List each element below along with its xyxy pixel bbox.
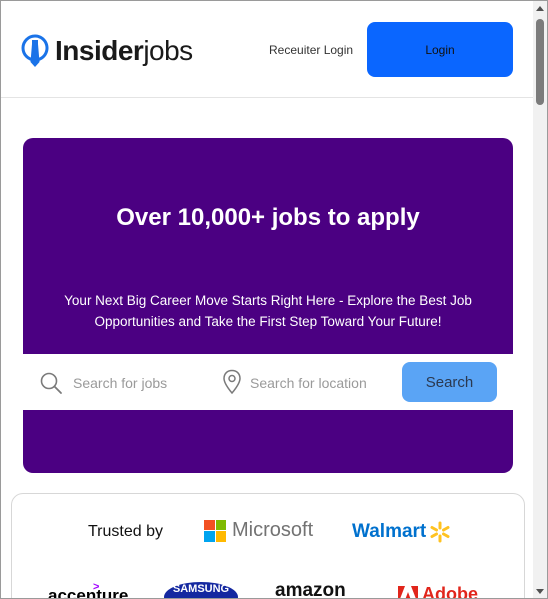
hero-banner: Over 10,000+ jobs to apply Your Next Big…	[23, 138, 513, 473]
adobe-wordmark: Adobe	[422, 584, 478, 599]
accenture-logo: accenture	[48, 586, 129, 599]
site-logo[interactable]: Insiderjobs	[21, 33, 193, 69]
scroll-down-arrow-icon[interactable]	[536, 589, 544, 594]
microsoft-logo: Microsoft	[204, 519, 313, 542]
job-search-bar: Search	[23, 354, 513, 410]
location-pin-icon	[223, 369, 241, 395]
microsoft-squares-icon	[204, 519, 226, 542]
browser-viewport: Insiderjobs Receuiter Login Login Over 1…	[0, 0, 548, 599]
scrollbar-thumb[interactable]	[536, 19, 544, 105]
hero-subtitle: Your Next Big Career Move Starts Right H…	[64, 293, 472, 329]
recruiter-login-link[interactable]: Receuiter Login	[269, 43, 353, 57]
logo-bold-text: Insider	[55, 35, 144, 66]
insiderjobs-logo-icon	[21, 34, 49, 67]
amazon-logo: amazon	[275, 580, 346, 599]
scroll-up-arrow-icon[interactable]	[536, 6, 544, 11]
hero-title: Over 10,000+ jobs to apply	[116, 204, 420, 231]
search-icon	[40, 372, 62, 394]
search-button[interactable]: Search	[402, 362, 497, 402]
trusted-by-section: Trusted by Microsoft Walmart > accenture…	[11, 493, 525, 599]
job-search-input[interactable]	[71, 370, 225, 396]
adobe-logo: Adobe	[398, 584, 478, 599]
site-header: Insiderjobs Receuiter Login Login	[1, 1, 533, 98]
walmart-wordmark: Walmart	[352, 521, 427, 542]
location-search-input[interactable]	[248, 370, 402, 396]
adobe-mark-icon	[398, 585, 418, 598]
walmart-logo: Walmart	[352, 521, 451, 543]
walmart-spark-icon	[430, 521, 450, 543]
trusted-by-label: Trusted by	[88, 523, 163, 540]
microsoft-wordmark: Microsoft	[232, 519, 314, 541]
vertical-scrollbar[interactable]	[533, 1, 547, 598]
logo-wordmark: Insiderjobs	[55, 35, 193, 67]
samsung-logo: SAMSUNG	[164, 582, 238, 598]
logo-light-text: jobs	[143, 35, 193, 66]
login-button[interactable]: Login	[367, 22, 513, 77]
